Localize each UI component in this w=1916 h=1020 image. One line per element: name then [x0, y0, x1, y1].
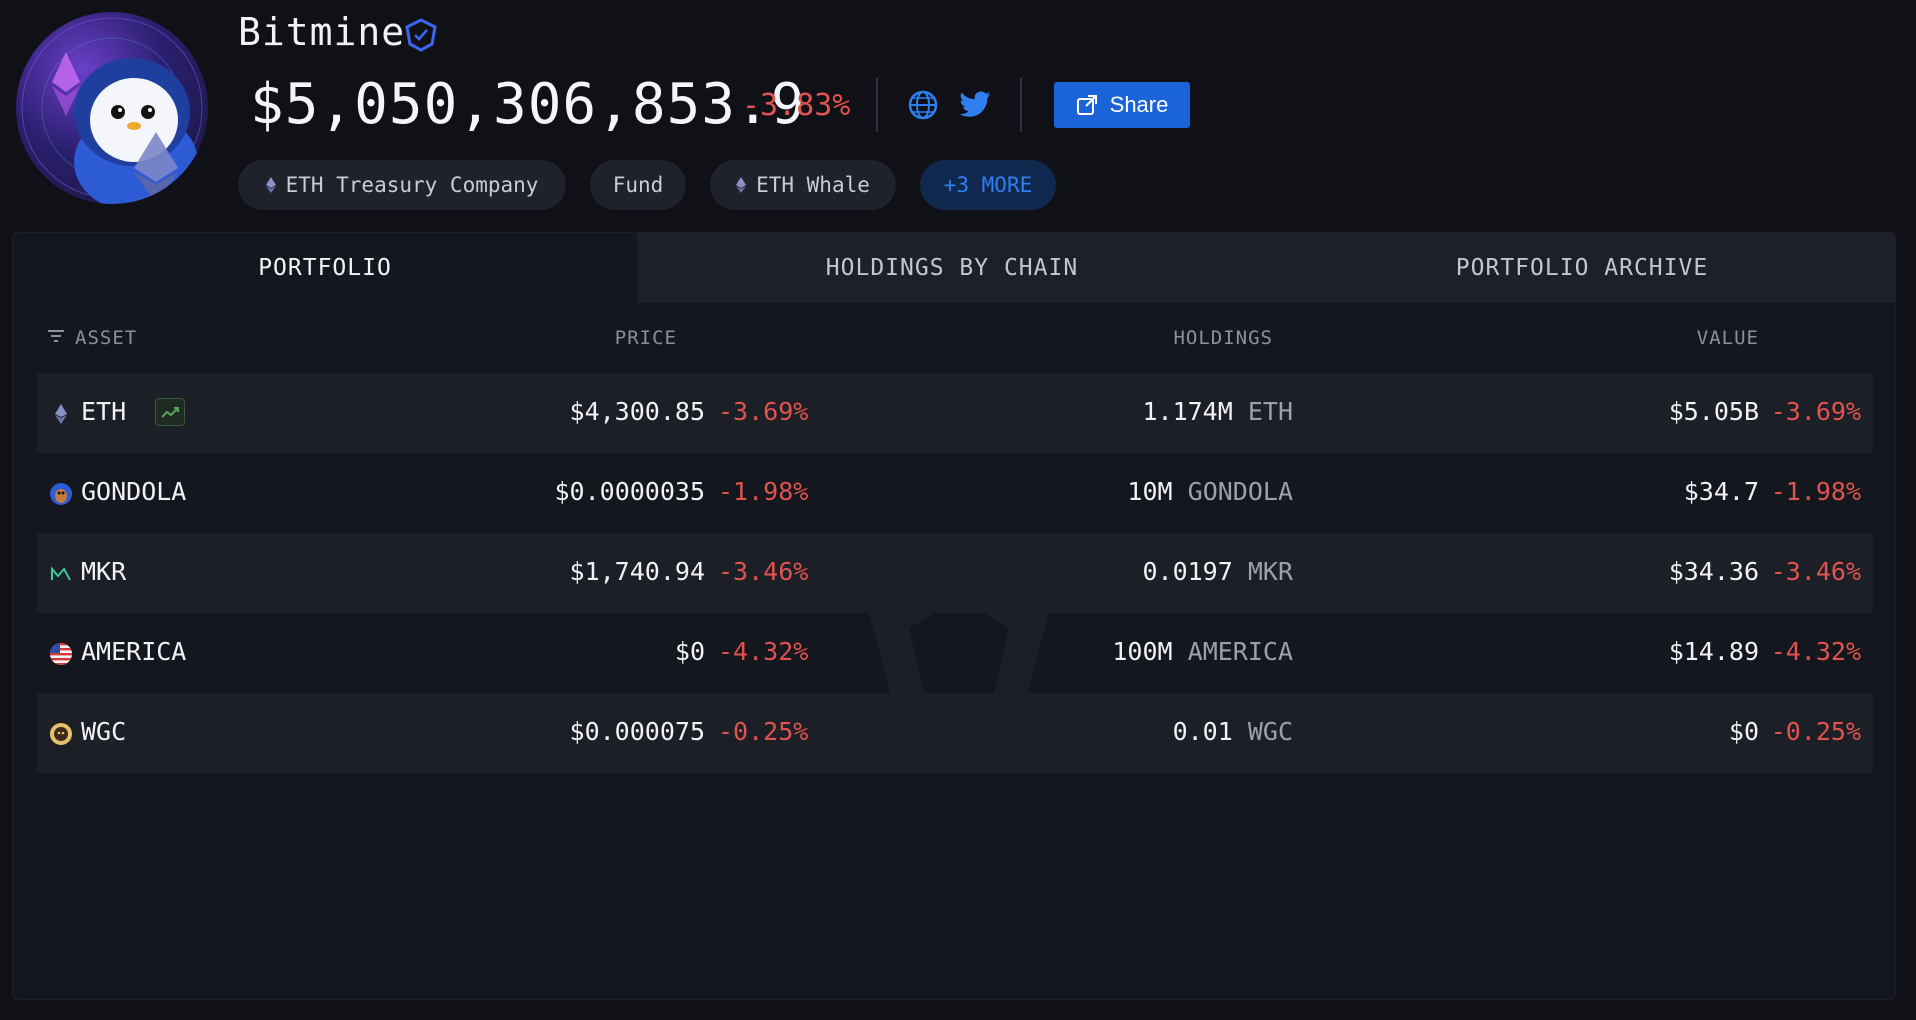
asset-symbol[interactable]: WGC: [81, 717, 126, 746]
tab-portfolio-archive[interactable]: PORTFOLIO ARCHIVE: [1267, 233, 1895, 303]
column-header-asset[interactable]: ASSET: [75, 327, 137, 349]
globe-icon[interactable]: [906, 88, 940, 122]
table-row[interactable]: GONDOLA $0.0000035 -1.98% 10M GONDOLA $3…: [37, 453, 1873, 533]
more-tags-button[interactable]: +3 MORE: [920, 160, 1056, 210]
tab-bar: PORTFOLIO HOLDINGS BY CHAIN PORTFOLIO AR…: [13, 233, 1895, 303]
price-change: -3.46%: [718, 557, 809, 586]
asset-price: $0: [674, 637, 705, 666]
asset-holdings: 100M AMERICA: [1112, 637, 1293, 666]
tag-label: ETH Whale: [756, 173, 870, 197]
holdings-unit: WGC: [1247, 717, 1293, 746]
share-label: Share: [1109, 92, 1169, 117]
divider: [876, 78, 878, 132]
divider: [1020, 78, 1022, 132]
asset-price: $0.0000035: [554, 477, 705, 506]
asset-symbol[interactable]: MKR: [81, 557, 126, 586]
asset-price: $1,740.94: [569, 557, 705, 586]
asset-symbol[interactable]: ETH: [81, 397, 126, 426]
asset-symbol[interactable]: GONDOLA: [81, 477, 186, 506]
tag-fund[interactable]: Fund: [590, 160, 686, 210]
portfolio-panel: PORTFOLIO HOLDINGS BY CHAIN PORTFOLIO AR…: [12, 232, 1896, 1000]
column-header-value[interactable]: VALUE: [1697, 327, 1759, 349]
asset-value: $34.36: [1668, 557, 1759, 586]
asset-value: $0: [1728, 717, 1759, 746]
column-header-holdings[interactable]: HOLDINGS: [1173, 327, 1273, 349]
total-change-percent: -3.83%: [742, 88, 851, 123]
tag-label: ETH Treasury Company: [285, 173, 539, 197]
holdings-unit: GONDOLA: [1187, 477, 1293, 506]
tag-eth-whale[interactable]: ETH Whale: [710, 160, 896, 210]
asset-table: ETH $4,300.85 -3.69% 1.174M ETH $5.05B -…: [37, 373, 1873, 773]
table-row[interactable]: WGC $0.000075 -0.25% 0.01 WGC $0 -0.25%: [37, 693, 1873, 773]
asset-holdings: 0.01 WGC: [1173, 717, 1293, 746]
price-change: -4.32%: [718, 637, 809, 666]
asset-holdings: 10M GONDOLA: [1127, 477, 1293, 506]
holdings-amount: 100M: [1112, 637, 1173, 666]
entity-header: Bitmine $5,050,306,853.9 -3.83% Share ET…: [0, 0, 1916, 230]
value-change: -0.25%: [1770, 717, 1861, 746]
asset-value: $5.05B: [1668, 397, 1759, 426]
table-row[interactable]: AMERICA $0 -4.32% 100M AMERICA $14.89 -4…: [37, 613, 1873, 693]
holdings-amount: 0.01: [1172, 717, 1233, 746]
holdings-amount: 0.0197: [1142, 557, 1233, 586]
external-link-icon: [1076, 95, 1097, 115]
holdings-unit: ETH: [1247, 397, 1293, 426]
tag-eth-treasury-company[interactable]: ETH Treasury Company: [238, 160, 566, 210]
holdings-unit: MKR: [1247, 557, 1293, 586]
price-change: -0.25%: [718, 717, 809, 746]
entity-avatar: [16, 12, 208, 204]
column-header-price[interactable]: PRICE: [615, 327, 677, 349]
share-button[interactable]: Share: [1054, 82, 1190, 128]
value-change: -3.69%: [1770, 397, 1861, 426]
entity-name: Bitmine: [238, 10, 406, 54]
asset-value: $34.7: [1683, 477, 1759, 506]
filter-icon[interactable]: [47, 329, 65, 343]
verified-badge-icon: [404, 18, 438, 52]
mkr-icon: [51, 566, 71, 581]
trending-icon[interactable]: [155, 398, 185, 426]
holdings-amount: 1.174M: [1142, 397, 1233, 426]
asset-holdings: 0.0197 MKR: [1142, 557, 1293, 586]
asset-symbol[interactable]: AMERICA: [81, 637, 186, 666]
asset-price: $0.000075: [569, 717, 705, 746]
asset-price: $4,300.85: [569, 397, 705, 426]
total-balance: $5,050,306,853.9: [250, 72, 806, 137]
value-change: -1.98%: [1770, 477, 1861, 506]
table-row[interactable]: ETH $4,300.85 -3.69% 1.174M ETH $5.05B -…: [37, 373, 1873, 453]
twitter-icon[interactable]: [958, 88, 992, 122]
table-row[interactable]: MKR $1,740.94 -3.46% 0.0197 MKR $34.36 -…: [37, 533, 1873, 613]
eth-icon: [736, 177, 747, 193]
tab-holdings-by-chain[interactable]: HOLDINGS BY CHAIN: [637, 233, 1267, 303]
price-change: -3.69%: [718, 397, 809, 426]
us-flag-icon: [50, 643, 72, 665]
value-change: -3.46%: [1770, 557, 1861, 586]
tab-portfolio[interactable]: PORTFOLIO: [13, 233, 637, 303]
tag-label: +3 MORE: [943, 173, 1033, 197]
holdings-amount: 10M: [1127, 477, 1173, 506]
holdings-unit: AMERICA: [1187, 637, 1293, 666]
asset-value: $14.89: [1668, 637, 1759, 666]
price-change: -1.98%: [718, 477, 809, 506]
wgc-icon: [50, 723, 72, 745]
gondola-icon: [50, 483, 72, 505]
asset-holdings: 1.174M ETH: [1142, 397, 1293, 426]
value-change: -4.32%: [1770, 637, 1861, 666]
tag-label: Fund: [612, 173, 664, 197]
eth-icon: [265, 177, 276, 193]
eth-icon: [55, 404, 67, 424]
